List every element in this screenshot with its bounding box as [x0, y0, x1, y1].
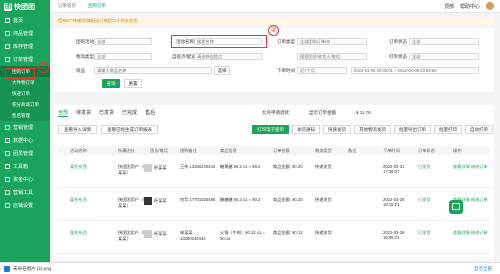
avatar: [144, 230, 152, 238]
settings-icon: [5, 203, 10, 208]
table-row[interactable]: 某些东西 快团团用户（杯某某） 杯某某 何华 17701025485 糖糖糖 ¥…: [58, 189, 490, 221]
other-logistics-button[interactable]: 其他物流发货: [354, 125, 391, 134]
funds-icon: [5, 177, 10, 182]
quick-ship-button[interactable]: 快速发货: [323, 125, 351, 134]
query-button[interactable]: 查询: [102, 79, 120, 88]
sidebar-sub-after-sales[interactable]: 售后管理: [0, 110, 50, 121]
floating-chat-button[interactable]: [449, 200, 463, 214]
sidebar-item-members[interactable]: 团员管理: [0, 147, 50, 160]
tools-icon: [5, 164, 10, 169]
toggle-allow-refund[interactable]: 允许申请退款: [262, 110, 289, 116]
batch-print-button[interactable]: 批量打印: [434, 125, 462, 134]
annotation-mark-2: ②: [268, 25, 279, 36]
tab-shipped[interactable]: 已发货: [99, 109, 114, 117]
goods-icon: [5, 31, 10, 36]
image-file-icon: [4, 265, 10, 272]
toggle-show-amount[interactable]: 显示订单金额: [309, 110, 336, 116]
orders-icon: [5, 57, 10, 62]
table-row[interactable]: 某些东西 快团团用户（杯某某） 杯某某 林某某 13260240443 火锅（牛…: [58, 222, 490, 254]
filter-select-order-type[interactable]: 全部团购订单(8): [297, 38, 367, 45]
filter-input-member-search[interactable]: 搜索团员/收货人/电话: [297, 53, 367, 60]
tab-group-orders[interactable]: 团购订单: [84, 2, 110, 11]
home-icon: [5, 18, 10, 23]
annotation-mark-1: ①: [38, 62, 49, 73]
members-icon: [5, 151, 10, 156]
print-waybill-button[interactable]: 打印电子面单: [252, 125, 289, 134]
sidebar-item-shop-settings[interactable]: 店铺设置: [0, 199, 50, 212]
sidebar-item-marketing[interactable]: 营销管理: [0, 121, 50, 134]
auto-print-button[interactable]: 自动打单: [465, 125, 493, 134]
order-status-tabs: 全部 待发货 已发货 已完成 售后: [58, 109, 155, 117]
sidebar-item-stock[interactable]: 库存管理: [0, 40, 50, 53]
sidebar-sub-express-orders[interactable]: 快递订单: [0, 88, 50, 99]
filter-label-activity: 团购活动: [76, 39, 94, 44]
highlight-group-orders: [5, 68, 35, 79]
marketing-icon: [5, 125, 10, 130]
app-root: 团 快团团 首页 商品管理 库存管理 订单管理 团购订单 大件物订单 快递订单 …: [0, 0, 500, 274]
top-bar: 订单首页 团购订单 顶部 帮助中心: [50, 0, 500, 13]
avatar: [144, 197, 152, 205]
top-right-actions: 顶部 帮助中心: [444, 2, 500, 10]
filter-label-logistics: 物流类型: [76, 54, 94, 59]
table-row[interactable]: 某些东西 快团团用户（杯某某） 杯某某 王伟 13260240443 糖果糖 ¥…: [58, 156, 490, 188]
reset-button[interactable]: 重置: [124, 79, 142, 88]
filter-select-time-range[interactable]: 近7个月: [297, 67, 347, 74]
filter-panel: 团购活动 全部 活动名称 搜索名称 订单类型 全部团购订单(8) 订单状态 全部…: [54, 25, 494, 92]
toggle-row: 允许申请退款 显示订单金额 ¥.11.78: [262, 110, 371, 116]
filter-select-activity[interactable]: 全部: [94, 38, 152, 45]
notice-banner: 您有8个快递/同城配送订单超72小时未发货: [54, 17, 494, 25]
filter-select-pickup[interactable]: 请选择自提点: [194, 53, 262, 60]
brand-name: 快团团: [14, 4, 35, 11]
sidebar-item-goods[interactable]: 商品管理: [0, 27, 50, 40]
data-icon: [5, 138, 10, 143]
filter-select-logistics[interactable]: 全部: [94, 53, 152, 60]
actions-right: 打印电子面单 发货通知 快速发货 其他物流发货 批量导出订单 批量打印 自动打单: [252, 125, 493, 134]
avatar[interactable]: [486, 2, 494, 10]
filter-label-order-time: 下单时间: [277, 68, 295, 73]
filter-date-range[interactable]: 2022-01-06 20:00:01 ~ 2022-04-06 23:59:5…: [351, 67, 479, 74]
tab-all[interactable]: 全部: [58, 109, 69, 117]
brand-logo[interactable]: 团 快团团: [0, 0, 50, 14]
table-header: 活动名称 所属团长 团员/电话 团购备注 商品信息 订单金额 物流类型 备注 下…: [58, 146, 490, 155]
download-file-name[interactable]: 未命名图片 (2).png: [13, 266, 51, 272]
avatar: [144, 164, 152, 172]
filter-select-print-status[interactable]: 全部: [409, 53, 479, 60]
highlight-activity-name: [171, 35, 267, 48]
filter-select-order-status[interactable]: 全部: [409, 38, 479, 45]
sidebar-item-market-tools[interactable]: 营销工具: [0, 186, 50, 199]
select-goods-button[interactable]: 选择: [214, 66, 230, 75]
actions-left: 查看导入详情 查看已经生成订单报表: [58, 125, 158, 134]
batch-export-button[interactable]: 批量导出订单: [394, 125, 431, 134]
filter-label-print-status: 打单状态: [389, 54, 407, 59]
tab-completed[interactable]: 已完成: [122, 109, 137, 117]
sidebar-item-data[interactable]: 数据中心: [0, 134, 50, 147]
order-amount-total: ¥.11.78: [356, 110, 371, 115]
chat-icon: [452, 203, 460, 210]
filter-label-order-type: 订单类型: [277, 39, 295, 44]
view-report-button[interactable]: 查看已经生成订单报表: [101, 125, 158, 134]
tab-after-sales[interactable]: 售后: [145, 109, 155, 117]
ship-notice-button[interactable]: 发货通知: [292, 125, 320, 134]
sidebar-item-home[interactable]: 首页: [0, 14, 50, 27]
filter-label-order-status: 订单状态: [389, 39, 407, 44]
sidebar-sub-points-orders[interactable]: 积分商城订单: [0, 99, 50, 110]
filter-label-goods: 商品: [76, 68, 85, 73]
sidebar-item-funds[interactable]: 资金中心: [0, 173, 50, 186]
tab-pending-ship[interactable]: 待发货: [76, 109, 91, 117]
sidebar-item-tools[interactable]: 工具箱: [0, 160, 50, 173]
stock-icon: [5, 44, 10, 49]
view-import-details-button[interactable]: 查看导入详情: [58, 125, 97, 134]
download-bar: 未命名图片 (2).png 显示全部: [0, 262, 500, 274]
brand-icon: 团: [4, 3, 12, 11]
sidebar: 团 快团团 首页 商品管理 库存管理 订单管理 团购订单 大件物订单 快递订单 …: [0, 0, 50, 262]
show-all-downloads-link[interactable]: 显示全部: [474, 266, 492, 272]
help-center-link[interactable]: 帮助中心: [460, 3, 480, 10]
market-tools-icon: [5, 190, 10, 195]
top-link-1[interactable]: 顶部: [444, 3, 454, 10]
filter-input-goods[interactable]: 请输入商品名称: [94, 67, 212, 74]
orders-panel: 全部 待发货 已发货 已完成 售后 允许申请退款 显示订单金额 ¥.11.78 …: [54, 105, 494, 260]
tab-order-home[interactable]: 订单首页: [54, 2, 80, 11]
